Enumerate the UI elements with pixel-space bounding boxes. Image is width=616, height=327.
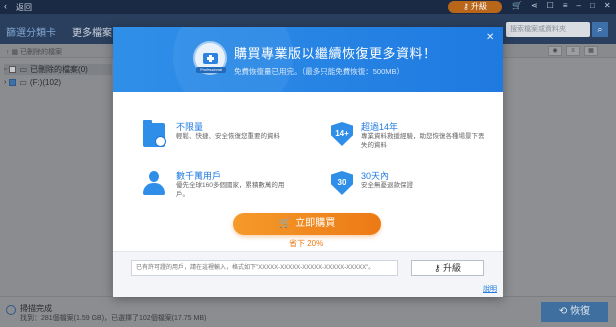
list-view-icon[interactable]: ≡ [566,46,580,56]
grid-icon[interactable]: ▦ [11,49,18,56]
dialog-title: 購買專業版以繼續恢復更多資料！ [234,46,437,61]
discount-text: 省下 20% [289,239,324,248]
sidebar: ▫ ▭ 已刪除的檔案(0) › ▭ (F:)(102) [0,58,112,296]
sidebar-item-drive-f[interactable]: › ▭ (F:)(102) [4,78,61,87]
professional-logo-icon: Professional [193,41,227,75]
dialog-subtitle: 免費恢復量已用完。（最多只能免費恢復：500MB） [234,67,405,76]
license-key-input[interactable] [131,260,398,276]
breadcrumb: ↑ ▦ 已刪除的檔案 [6,47,62,57]
dialog-header: ✕ Professional 購買專業版以繼續恢復更多資料！ 免費恢復量已用完。… [113,27,503,92]
license-area: ⚷ 升級 說明 [113,251,503,297]
check-circle-icon [6,305,16,315]
tab-more-files[interactable]: 更多檔案 [72,24,112,39]
close-window-icon[interactable]: ✕ [604,1,611,10]
feature-desc: 安全無憂退款保證 [361,182,413,189]
folder-icon: ▭ [19,65,28,74]
expand-icon[interactable]: ▫ [4,66,6,73]
status-detail: 找到：281個檔案(1.59 GB)，已選擇了102個檔案(17.75 MB) [20,315,207,322]
cart-icon[interactable]: 🛒 [512,1,522,10]
upload-icon[interactable]: ↑ [6,49,10,56]
user-icon [143,171,165,195]
status-bar: 掃描完成 找到：281個檔案(1.59 GB)，已選擇了102個檔案(17.75… [0,296,616,327]
title-bar-icons: 🛒 ⋖ ☐ ≡ – □ ✕ [512,1,611,10]
recover-icon: ⟲ [558,306,571,317]
recover-label: 恢復 [570,306,591,317]
grid-view-icon[interactable]: ▦ [584,46,598,56]
tab-filter[interactable]: 篩選分類卡 [6,24,56,39]
expand-icon[interactable]: › [4,79,6,86]
buy-now-button[interactable]: 🛒 立即購買 [233,213,381,235]
shield-14-icon: 14+ [331,122,353,146]
license-upgrade-label: 升級 [443,263,462,273]
recover-button[interactable]: ⟲ 恢復 [541,302,608,322]
close-icon[interactable]: ✕ [486,32,494,43]
search-input[interactable]: 搜索檔案或資料夾 [506,22,590,37]
chevron-left-icon[interactable]: ‹ [4,1,7,11]
folder-recover-icon [143,120,166,147]
cart-icon: 🛒 [278,218,292,229]
breadcrumb-label: 已刪除的檔案 [20,49,63,56]
drive-icon: ▭ [19,78,27,87]
back-button[interactable]: 返回 [16,2,32,13]
license-upgrade-button[interactable]: ⚷ 升級 [411,260,484,276]
menu-icon[interactable]: ≡ [563,1,568,10]
feature-desc: 優先全球160多個國家，累積數萬的用戶。 [176,182,285,198]
maximize-icon[interactable]: □ [590,1,595,10]
sidebar-item-label: (F:)(102) [29,78,62,87]
title-bar: ‹ 返回 ⚷ 升級 🛒 ⋖ ☐ ≡ – □ ✕ [0,0,616,14]
feedback-icon[interactable]: ☐ [547,1,554,10]
minimize-icon[interactable]: – [577,1,581,10]
upgrade-button[interactable]: ⚷ 升級 [448,1,502,13]
checkbox[interactable] [9,79,17,86]
shield-30-icon: 30 [331,171,353,195]
key-icon: ⚷ [462,2,472,11]
share-icon[interactable]: ⋖ [531,1,538,10]
buy-now-label: 立即購買 [295,218,336,229]
upgrade-label: 升級 [471,2,488,11]
medical-kit-icon [203,53,218,64]
feature-desc: 輕鬆、快捷、安全恢復您重要的資料 [176,133,280,140]
feature-desc: 專業資料救援經驗，助您恢復各種場景下丟失的資料 [361,133,485,149]
help-link[interactable]: 說明 [483,284,497,294]
search-icon[interactable]: ⌕ [592,22,608,37]
sidebar-item-label: 已刪除的檔案(0) [30,65,88,74]
preview-icon[interactable]: ◉ [548,46,562,56]
view-switcher: ◉ ≡ ▦ [548,46,598,56]
sidebar-item-deleted[interactable]: ▫ ▭ 已刪除的檔案(0) [4,64,112,75]
checkbox[interactable] [9,66,17,73]
logo-ribbon: Professional [196,67,226,73]
purchase-dialog: ✕ Professional 購買專業版以繼續恢復更多資料！ 免費恢復量已用完。… [113,27,503,297]
key-icon: ⚷ [433,263,444,273]
